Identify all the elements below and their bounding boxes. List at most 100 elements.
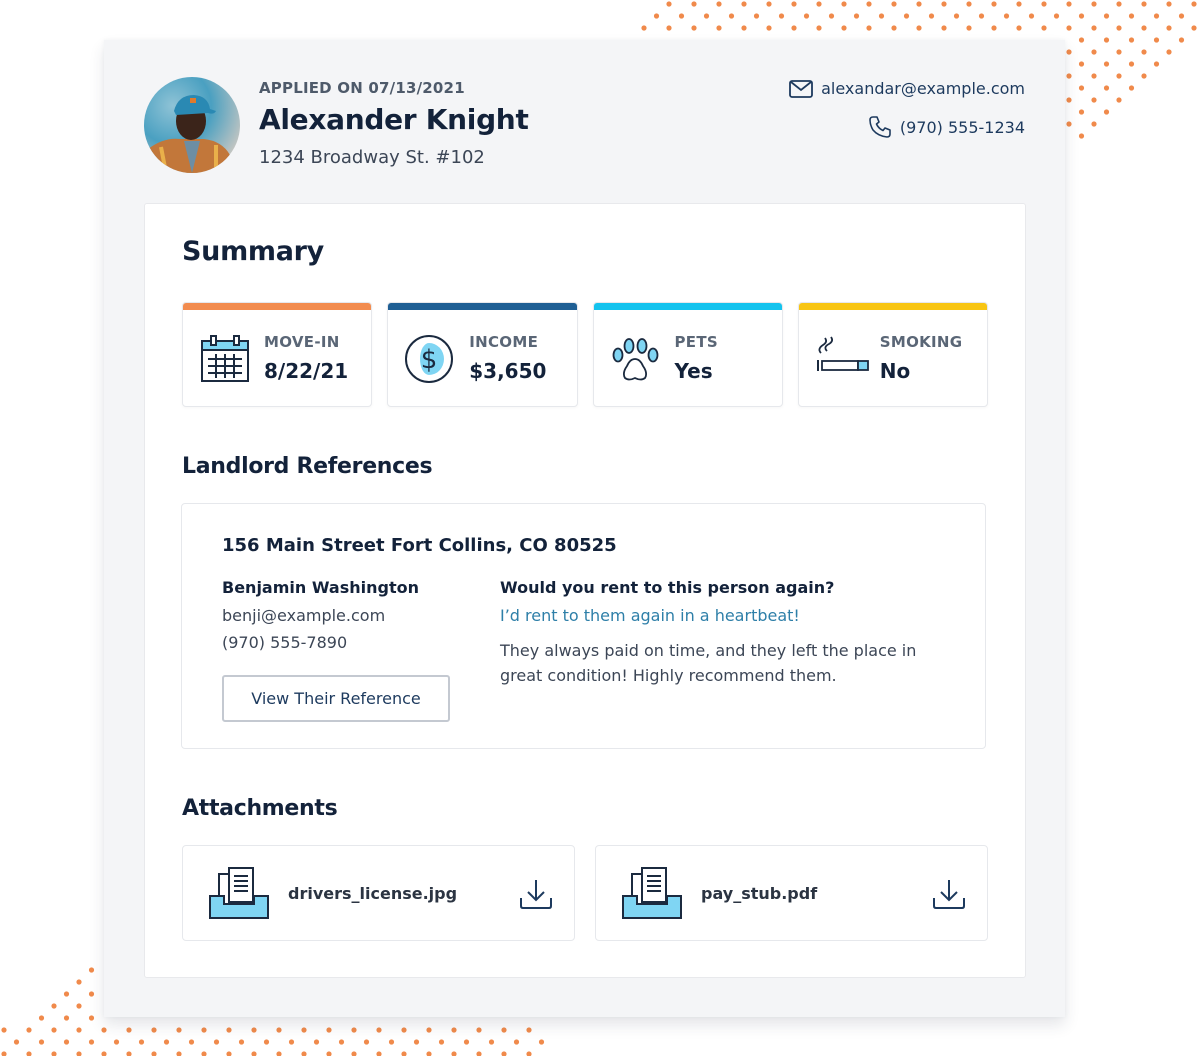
decorative-dot [326,1027,332,1033]
decorative-dot [1091,49,1097,55]
download-icon[interactable] [518,876,554,912]
person-photo-icon [144,77,240,173]
stat-label: MOVE-IN [264,333,340,351]
decorative-dot [678,13,685,19]
decorative-dot [501,1027,507,1033]
decorative-dot [978,13,985,19]
decorative-dot [1016,1,1022,7]
decorative-dot [991,25,997,31]
reference-name: Benjamin Washington [222,578,419,597]
decorative-dot [426,1051,432,1056]
decorative-dot [1091,25,1097,31]
decorative-dot [376,1027,382,1033]
decorative-dot [351,1027,357,1033]
decorative-dot [1103,61,1110,67]
decorative-dot [163,1039,170,1045]
decorative-dot [463,1039,470,1045]
mail-icon [789,79,814,98]
decorative-dot [1,1027,7,1033]
decorative-dot [38,1015,45,1021]
decorative-dot [1078,61,1085,67]
decorative-dot [691,25,697,31]
paw-icon [612,338,658,381]
reference-email: benji@example.com [222,606,386,625]
stat-value: 8/22/21 [264,359,349,383]
stat-label: PETS [674,333,718,351]
decorative-dot [301,1027,307,1033]
decorative-dot [1116,73,1122,79]
applicant-email-link[interactable]: alexandar@example.com [789,79,1025,98]
stat-color-bar [798,303,987,310]
decorative-dot [213,1039,220,1045]
decorative-dot [1091,121,1097,127]
decorative-dot [76,1003,82,1009]
attachment-item[interactable]: pay_stub.pdf [595,845,988,941]
decorative-dot [226,1051,232,1056]
decorative-dot [338,1039,345,1045]
decorative-dot [151,1051,157,1056]
decorative-dot [641,25,647,31]
decorative-dot [13,1039,20,1045]
decorative-dot [953,13,960,19]
dollar-icon: $ [405,335,454,383]
applicant-phone-link[interactable]: (970) 555-1234 [868,115,1025,139]
applicant-header: APPLIED ON 07/13/2021 Alexander Knight 1… [144,77,1025,177]
decorative-dot [101,1027,107,1033]
decorative-dot [878,13,885,19]
decorative-dot [816,1,822,7]
decorative-dot [1103,85,1110,91]
decorative-dot [1091,73,1097,79]
decorative-dot [63,1039,70,1045]
decorative-dot [1116,1,1122,7]
reference-address: 156 Main Street Fort Collins, CO 80525 [222,535,617,556]
avatar [144,77,240,173]
stat-value: Yes [674,359,713,383]
decorative-dot [1153,13,1160,19]
decorative-dot [263,1039,270,1045]
decorative-dot [1091,1,1097,7]
decorative-dot [351,1051,357,1056]
decorative-dot [703,13,710,19]
decorative-dot [1091,97,1097,103]
attachment-item[interactable]: drivers_license.jpg [182,845,575,941]
attachments-list: drivers_license.jpg pay_stub.pdf [182,845,988,941]
decorative-dot [1078,37,1085,43]
view-reference-button[interactable]: View Their Reference [222,675,450,722]
svg-text:$: $ [421,345,438,375]
decorative-dot [363,1039,370,1045]
decorative-dot [451,1027,457,1033]
decorative-dot [1178,13,1185,19]
stat-label: SMOKING [879,333,963,351]
decorative-dot [176,1051,182,1056]
references-title: Landlord References [182,454,433,479]
decorative-dot [1028,13,1035,19]
decorative-dot [538,1039,545,1045]
reference-comment: They always paid on time, and they left … [500,641,917,685]
decorative-dot [1016,25,1022,31]
decorative-dot [791,25,797,31]
decorative-dot [1191,25,1197,31]
decorative-dot [1078,85,1085,91]
decorative-dot [413,1039,420,1045]
decorative-dot [313,1039,320,1045]
decorative-dot [401,1051,407,1056]
download-icon[interactable] [931,876,967,912]
decorative-dot [1128,85,1135,91]
decorative-dot [1066,1,1072,7]
decorative-dot [1141,73,1147,79]
reference-answer: I’d rent to them again in a heartbeat! [500,606,800,625]
calendar-icon [201,335,249,382]
decorative-dot [188,1039,195,1045]
decorative-dot [903,13,910,19]
decorative-dot [201,1051,207,1056]
decorative-dot [276,1027,282,1033]
decorative-dot [63,1015,70,1021]
decorative-dot [866,1,872,7]
decorative-dot [766,1,772,7]
decorative-dot [728,13,735,19]
decorative-dot [88,991,95,997]
decorative-dot [1141,25,1147,31]
decorative-dot [513,1039,520,1045]
document-tray-icon [209,867,269,919]
decorative-dot [88,1039,95,1045]
